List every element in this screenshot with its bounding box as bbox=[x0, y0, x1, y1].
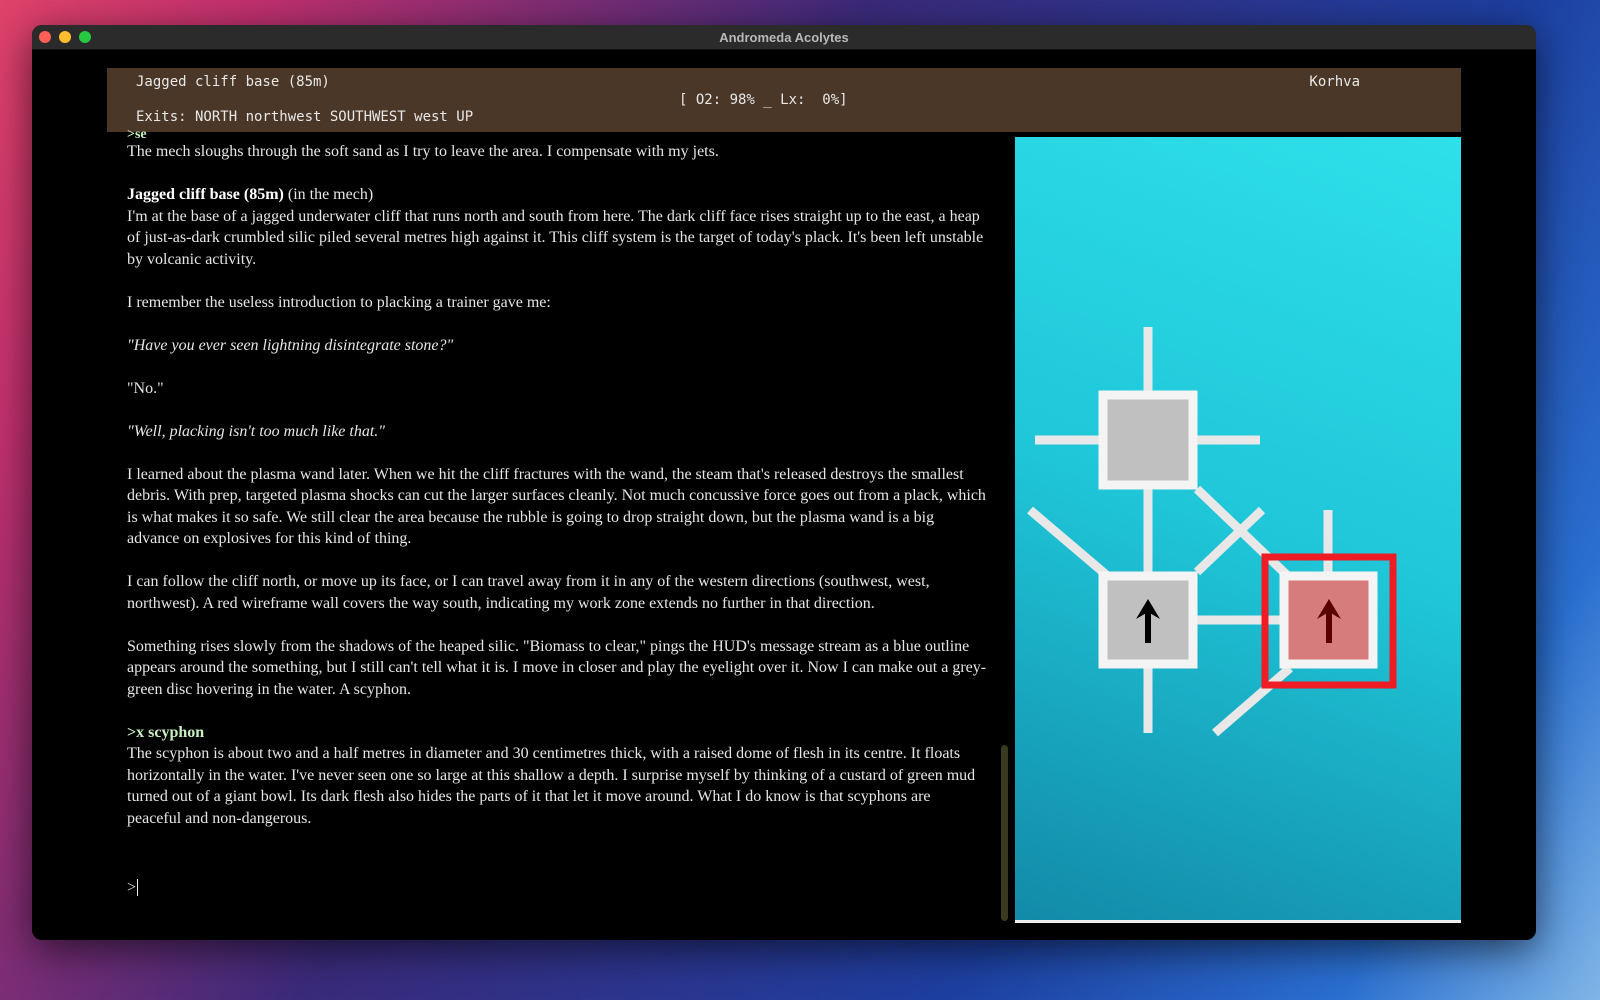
status-bar: Jagged cliff base (85m) [ O2: 98% _ Lx: … bbox=[107, 68, 1461, 132]
paragraph: I remember the useless introduction to p… bbox=[127, 293, 551, 311]
map-panel bbox=[1015, 137, 1461, 923]
map-room[interactable] bbox=[1098, 390, 1198, 490]
scrollbar[interactable] bbox=[1001, 745, 1008, 921]
paragraph: The mech sloughs through the soft sand a… bbox=[127, 143, 719, 160]
paragraph: The scyphon is about two and a half metr… bbox=[127, 745, 976, 827]
paragraph: I'm at the base of a jagged underwater c… bbox=[127, 207, 984, 268]
story-transcript: >se The mech sloughs through the soft sa… bbox=[127, 129, 987, 851]
titlebar: Andromeda Acolytes bbox=[32, 25, 1536, 50]
paragraph: "Well, placking isn't too much like that… bbox=[127, 422, 386, 440]
close-button[interactable] bbox=[39, 31, 51, 43]
app-window: Andromeda Acolytes Jagged cliff base (85… bbox=[32, 25, 1536, 940]
paragraph: Something rises slowly from the shadows … bbox=[127, 637, 987, 698]
path-diagonal bbox=[1212, 664, 1293, 737]
oxygen-readout: [ O2: 98% _ Lx: 0%] bbox=[679, 92, 848, 108]
character-name: Korhva bbox=[1309, 74, 1360, 90]
paragraph: "No." bbox=[127, 379, 164, 397]
path-diagonal bbox=[1027, 506, 1113, 582]
command-echo: >x scyphon bbox=[127, 723, 205, 741]
prompt-symbol: > bbox=[127, 879, 137, 896]
minimize-button[interactable] bbox=[59, 31, 71, 43]
location-label: Jagged cliff base (85m) bbox=[136, 74, 330, 90]
paragraph: "Have you ever seen lightning disintegra… bbox=[127, 336, 454, 354]
room-heading: Jagged cliff base (85m) (in the mech) bbox=[127, 184, 987, 206]
paragraph: I learned about the plasma wand later. W… bbox=[127, 465, 986, 548]
command-echo: >se bbox=[127, 129, 147, 141]
exits-label: Exits: NORTH northwest SOUTHWEST west UP bbox=[136, 109, 474, 125]
room-suffix: (in the mech) bbox=[283, 186, 374, 203]
window-title: Andromeda Acolytes bbox=[719, 29, 849, 45]
text-cursor bbox=[137, 879, 143, 896]
map-svg bbox=[1027, 327, 1397, 737]
room-title: Jagged cliff base (85m) bbox=[127, 186, 284, 203]
command-input[interactable]: > bbox=[127, 879, 143, 897]
zoom-button[interactable] bbox=[79, 31, 91, 43]
paragraph: I can follow the cliff north, or move up… bbox=[127, 573, 930, 612]
